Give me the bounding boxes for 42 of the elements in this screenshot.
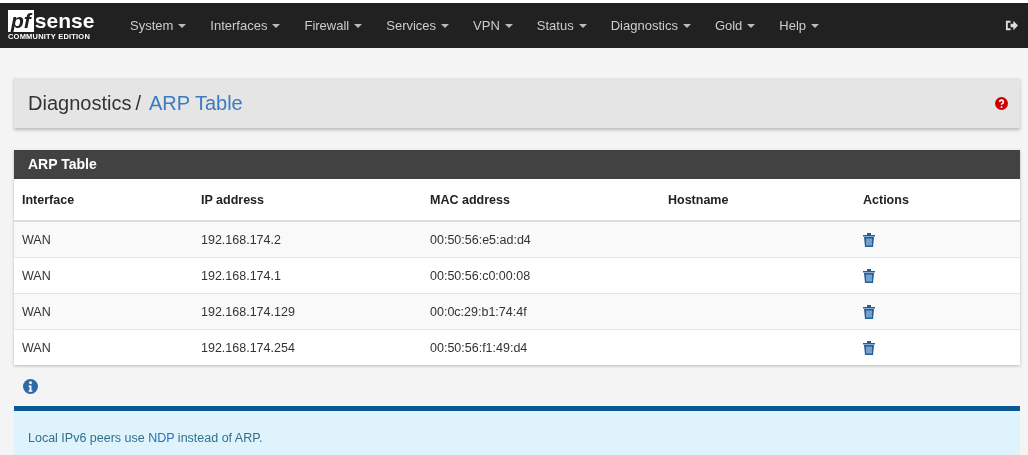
table-cell: WAN (22, 232, 51, 247)
table-cell: 00:0c:29:b1:74:4f (430, 304, 527, 319)
trash-icon[interactable] (863, 340, 875, 355)
caret-icon (178, 23, 187, 28)
nav-menu-item[interactable]: Diagnostics (610, 18, 691, 33)
logout-icon[interactable] (1005, 19, 1018, 32)
table-cell: WAN (22, 268, 51, 283)
panel-title: ARP Table (14, 150, 1020, 179)
caret-icon (441, 23, 450, 28)
table-cell: 192.168.174.129 (201, 304, 295, 319)
nav-menu-item[interactable]: Status (536, 18, 587, 33)
table-cell: 00:50:56:e5:ad:d4 (430, 232, 531, 247)
table-cell: 00:50:56:c0:00:08 (430, 268, 531, 283)
caret-icon (578, 23, 587, 28)
caret-icon (747, 23, 756, 28)
table-cell: WAN (22, 304, 51, 319)
table-cell: 192.168.174.254 (201, 340, 295, 355)
nav-menu-item[interactable]: Services (386, 18, 450, 33)
trash-icon[interactable] (863, 268, 875, 283)
caret-icon (504, 23, 513, 28)
info-icon[interactable] (23, 379, 38, 394)
nav-menu-item[interactable]: Gold (714, 18, 756, 33)
nav-menu-item[interactable]: VPN (473, 18, 513, 33)
breadcrumb-parent: Diagnostics (28, 91, 132, 115)
nav-menu-item[interactable]: System (130, 18, 187, 33)
table-cell: WAN (22, 340, 51, 355)
trash-icon[interactable] (863, 304, 875, 319)
caret-icon (811, 23, 820, 28)
info-note: Local IPv6 peers use NDP instead of ARP. (28, 431, 263, 445)
trash-icon[interactable] (863, 232, 875, 247)
help-icon[interactable] (995, 96, 1008, 110)
nav-menu-item[interactable]: Interfaces (210, 18, 281, 33)
table-cell: 192.168.174.2 (201, 232, 281, 247)
caret-icon (354, 23, 363, 28)
caret-icon (272, 23, 281, 28)
caret-icon (682, 23, 691, 28)
table-cell: 192.168.174.1 (201, 268, 281, 283)
ndp-link[interactable]: NDP (148, 431, 175, 445)
table-cell: 00:50:56:f1:49:d4 (430, 340, 528, 355)
nav-menu-item[interactable]: Firewall (304, 18, 363, 33)
nav-menu-item[interactable]: Help (779, 18, 820, 33)
breadcrumb-separator: / (135, 91, 141, 115)
